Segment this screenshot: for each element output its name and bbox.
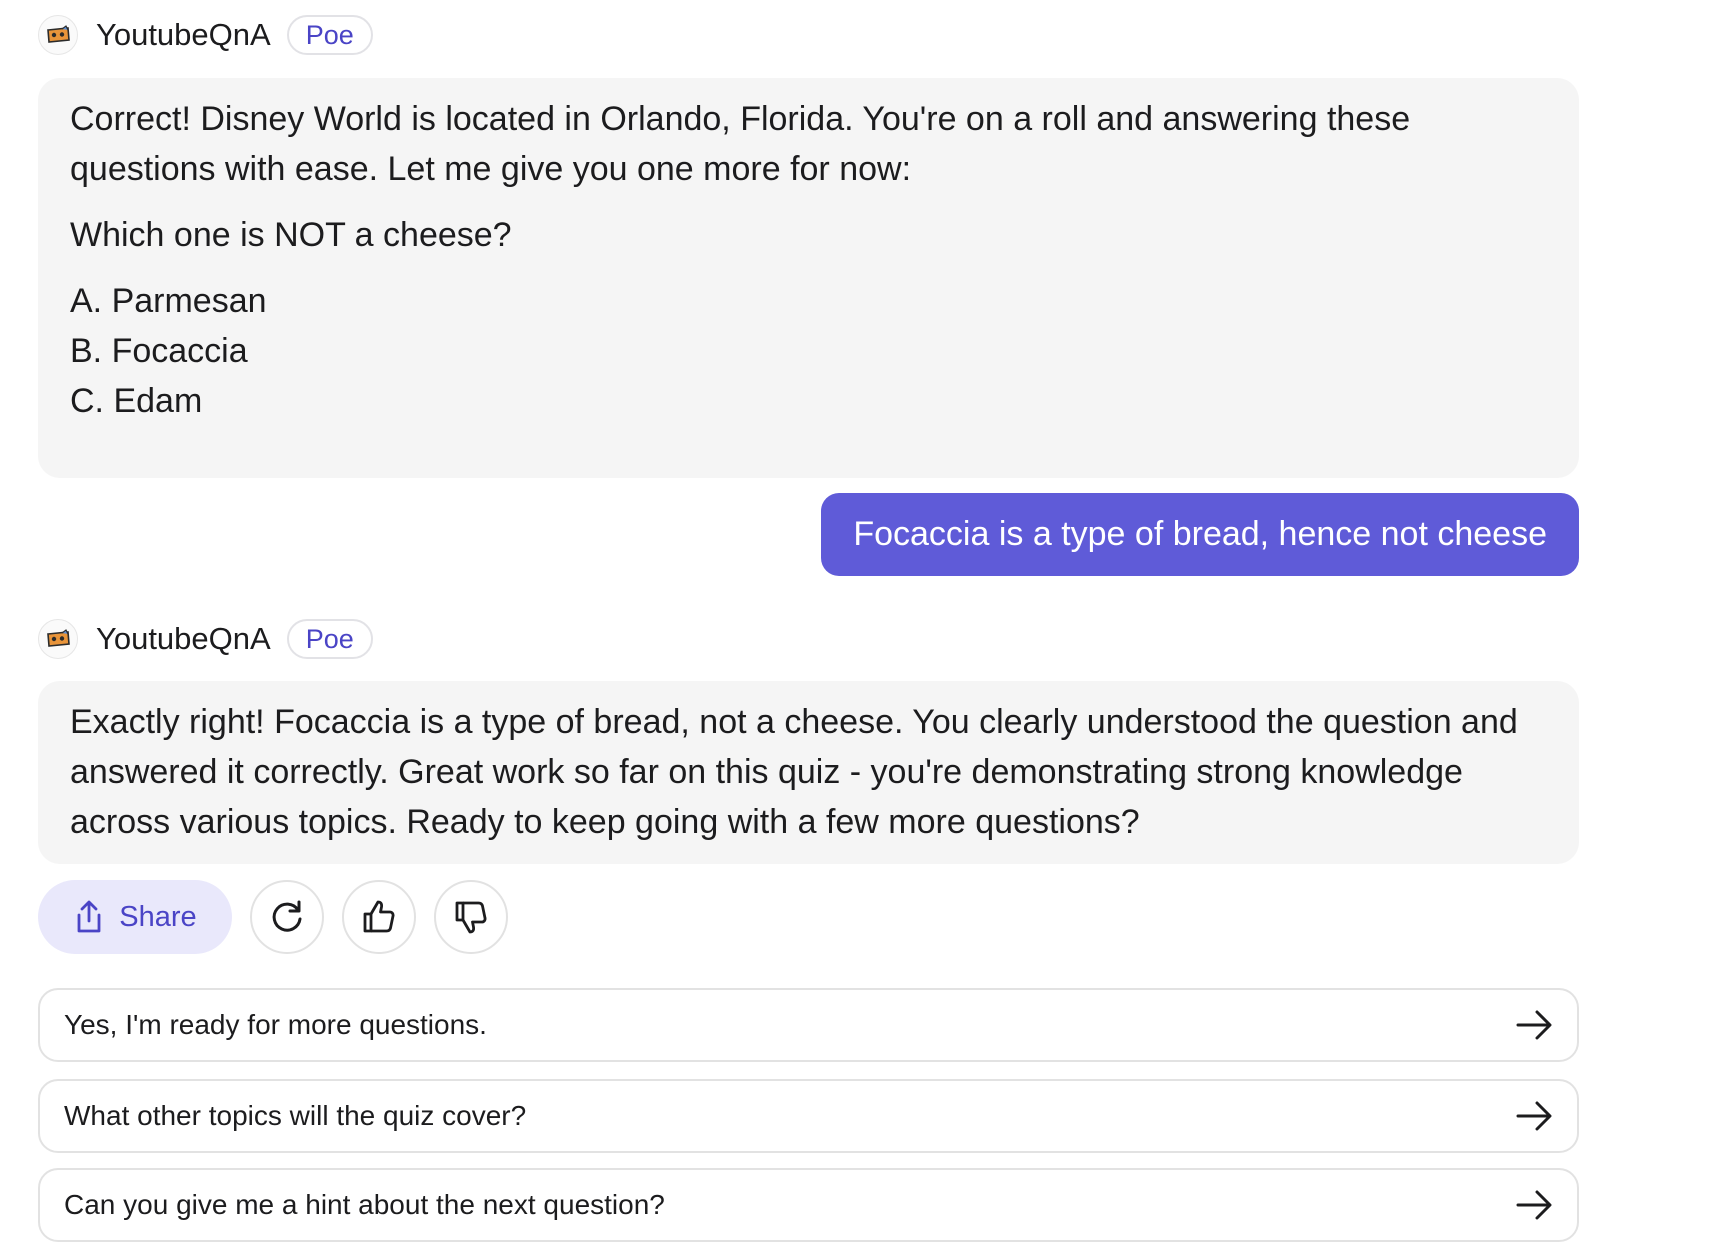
answer-option: B. Focaccia — [70, 332, 248, 370]
arrow-right-icon — [1515, 1006, 1553, 1044]
answer-option: C. Edam — [70, 382, 203, 420]
bot-avatar[interactable] — [38, 15, 78, 55]
retry-icon — [272, 900, 302, 932]
message-paragraph: Which one is NOT a cheese? — [70, 216, 512, 254]
suggested-reply[interactable]: What other topics will the quiz cover? — [38, 1079, 1579, 1153]
suggested-reply-text: Yes, I'm ready for more questions. — [64, 1009, 487, 1040]
bot-header: YoutubeQnA Poe — [38, 13, 373, 57]
thumbs-down-button[interactable] — [434, 880, 508, 954]
suggested-reply[interactable]: Can you give me a hint about the next qu… — [38, 1168, 1579, 1242]
poe-badge[interactable]: Poe — [286, 619, 373, 659]
answer-option: A. Parmesan — [70, 282, 267, 320]
retry-button[interactable] — [250, 880, 324, 954]
share-icon — [77, 900, 101, 933]
bot-avatar[interactable] — [38, 619, 78, 659]
thumbs-down-icon — [455, 901, 487, 934]
bot-name[interactable]: YoutubeQnA — [96, 621, 271, 657]
bot-header: YoutubeQnA Poe — [38, 617, 373, 661]
suggested-reply-text: What other topics will the quiz cover? — [64, 1100, 527, 1131]
message-paragraph: Correct! Disney World is located in Orla… — [70, 100, 1411, 188]
bot-message: Correct! Disney World is located in Orla… — [38, 78, 1579, 478]
suggested-reply-text: Can you give me a hint about the next qu… — [64, 1189, 665, 1220]
answer-options: A. Parmesan B. Focaccia C. Edam — [70, 276, 1547, 426]
bot-avatar-icon — [47, 629, 70, 647]
message-actions: Share — [38, 880, 508, 954]
bot-message: Exactly right! Focaccia is a type of bre… — [38, 681, 1579, 864]
user-message-text: Focaccia is a type of bread, hence not c… — [853, 515, 1547, 553]
share-label: Share — [119, 900, 197, 933]
user-message: Focaccia is a type of bread, hence not c… — [821, 493, 1579, 576]
message-paragraph: Exactly right! Focaccia is a type of bre… — [70, 703, 1518, 841]
bot-name[interactable]: YoutubeQnA — [96, 17, 271, 53]
arrow-right-icon — [1515, 1097, 1553, 1135]
suggested-reply[interactable]: Yes, I'm ready for more questions. — [38, 988, 1579, 1062]
bot-avatar-icon — [47, 25, 70, 43]
poe-badge[interactable]: Poe — [286, 15, 373, 55]
share-button[interactable]: Share — [38, 880, 232, 954]
arrow-right-icon — [1515, 1186, 1553, 1224]
thumbs-up-button[interactable] — [342, 880, 416, 954]
thumbs-up-icon — [363, 900, 395, 933]
